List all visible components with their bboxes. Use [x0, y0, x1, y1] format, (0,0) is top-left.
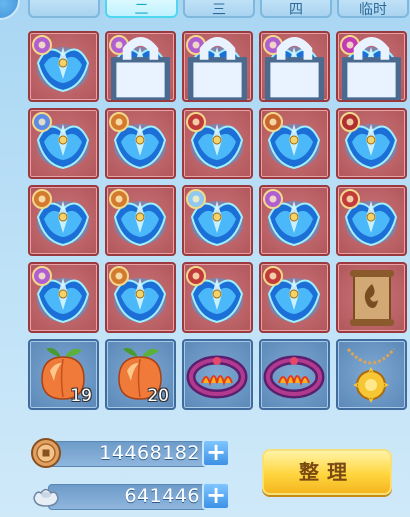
fire-bracelet-icon: [186, 355, 248, 399]
inventory-slot[interactable]: [182, 339, 253, 410]
back-round-button[interactable]: [0, 0, 20, 20]
silver-amount: 641446: [124, 485, 200, 507]
sort-inventory-button[interactable]: 整理: [262, 449, 392, 495]
crystal-robe-icon: [109, 266, 167, 324]
silver-balance: 641446 +: [30, 480, 230, 510]
inventory-slot[interactable]: [259, 185, 330, 256]
tab-2[interactable]: 二: [105, 0, 178, 18]
lock-icon: [188, 37, 247, 100]
inventory-slot[interactable]: [336, 262, 407, 333]
item-quantity: 19: [70, 386, 92, 406]
tab-1[interactable]: [28, 0, 100, 18]
inventory-slot[interactable]: 20: [105, 339, 176, 410]
inventory-slot[interactable]: [259, 339, 330, 410]
tab-2-label: 二: [134, 2, 149, 18]
lock-icon: [342, 37, 401, 100]
crystal-armor-icon: [263, 112, 321, 170]
fire-bracelet-icon: [263, 355, 325, 399]
inventory-grid: 19 20: [28, 31, 407, 415]
add-coins-button[interactable]: +: [202, 439, 230, 467]
crystal-helmet-icon: [186, 266, 244, 324]
crystal-robe-icon: [340, 189, 398, 247]
inventory-slot[interactable]: [182, 185, 253, 256]
inventory-slot[interactable]: [336, 339, 407, 410]
crystal-armor-icon: [186, 112, 244, 170]
crystal-armor-icon: [263, 189, 321, 247]
crystal-armor-icon: [32, 189, 90, 247]
inventory-slot[interactable]: [28, 185, 99, 256]
inventory-slot[interactable]: 19: [28, 339, 99, 410]
crystal-armor-icon: [109, 112, 167, 170]
wing-necklace-icon: [32, 35, 90, 93]
inventory-slot[interactable]: [336, 108, 407, 179]
inventory-slot[interactable]: [28, 108, 99, 179]
crystal-helmet-icon: [263, 266, 321, 324]
inventory-slot[interactable]: [105, 31, 176, 102]
item-quantity: 20: [147, 386, 169, 406]
lock-icon: [111, 37, 170, 100]
inventory-slot[interactable]: [259, 108, 330, 179]
inventory-slot[interactable]: [259, 262, 330, 333]
silver-ingot-icon: [33, 488, 59, 507]
tab-temp[interactable]: 临时: [337, 0, 409, 18]
crystal-robe-icon: [32, 266, 90, 324]
tab-bar: 二 三 四 临时: [0, 0, 410, 22]
add-silver-button[interactable]: +: [202, 482, 230, 510]
tab-3[interactable]: 三: [183, 0, 255, 18]
crystal-armor-icon: [186, 189, 244, 247]
tab-4-label: 四: [289, 2, 303, 18]
inventory-slot[interactable]: [28, 31, 99, 102]
inventory-slot[interactable]: [336, 31, 407, 102]
coin-amount: 14468182: [99, 442, 200, 464]
lock-icon: [265, 37, 324, 100]
wing-pendant-icon: [32, 112, 90, 170]
inventory-slot[interactable]: [105, 108, 176, 179]
inventory-slot[interactable]: [182, 31, 253, 102]
coin-balance: 14468182 +: [30, 437, 230, 468]
tab-3-label: 三: [212, 2, 226, 18]
inventory-slot[interactable]: [336, 185, 407, 256]
inventory-slot[interactable]: [105, 262, 176, 333]
scroll-icon: [350, 270, 394, 326]
inventory-slot[interactable]: [182, 262, 253, 333]
inventory-slot[interactable]: [259, 31, 330, 102]
tab-temp-label: 临时: [359, 2, 387, 18]
copper-coin-icon: [31, 438, 61, 468]
inventory-slot[interactable]: [182, 108, 253, 179]
inventory-slot[interactable]: [28, 262, 99, 333]
sun-amulet-icon: [346, 348, 396, 403]
inventory-slot[interactable]: [105, 185, 176, 256]
tab-4[interactable]: 四: [260, 0, 332, 18]
crystal-armor-icon: [340, 112, 398, 170]
crystal-armor-icon: [109, 189, 167, 247]
